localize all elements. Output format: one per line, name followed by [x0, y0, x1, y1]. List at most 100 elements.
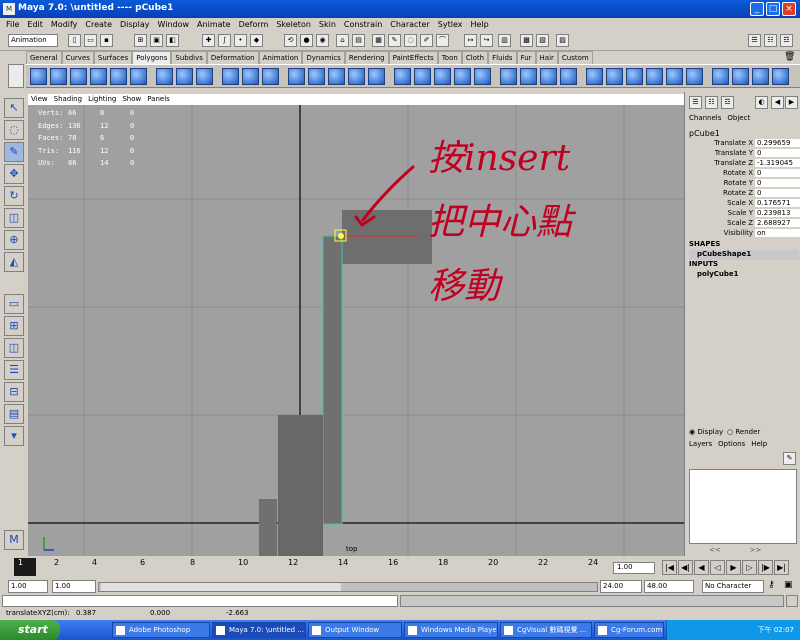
- poly-extract-icon[interactable]: [474, 68, 491, 85]
- step-back-key-icon[interactable]: ◀|: [678, 560, 693, 575]
- snap-grid-icon[interactable]: ✚: [202, 34, 215, 47]
- dope-sheet-icon[interactable]: ▧: [536, 34, 549, 47]
- history-icon[interactable]: ⟲: [284, 34, 297, 47]
- key-icon[interactable]: ⚷: [768, 580, 775, 590]
- task-output-window[interactable]: Output Window: [308, 622, 402, 638]
- shelf-tab-fur[interactable]: Fur: [516, 51, 536, 64]
- hypershade-icon[interactable]: ◌: [404, 34, 417, 47]
- select-hierarchy-icon[interactable]: ⊞: [134, 34, 147, 47]
- soft-mod-tool-icon[interactable]: ◭: [4, 252, 24, 272]
- shelf-tab-polygons[interactable]: Polygons: [132, 51, 172, 64]
- render-layer-radio[interactable]: ○ Render: [727, 428, 760, 436]
- go-to-end-icon[interactable]: ▶|: [774, 560, 789, 575]
- panel-menu-panels[interactable]: Panels: [144, 94, 173, 105]
- scroll-arrows[interactable]: << >>: [709, 546, 761, 554]
- attr-translate-x[interactable]: Translate X 0.299659: [685, 139, 800, 149]
- attr-translate-y[interactable]: Translate Y0: [685, 149, 800, 159]
- menu-create[interactable]: Create: [81, 18, 116, 31]
- snap-surface-icon[interactable]: ◆: [250, 34, 263, 47]
- layer-list[interactable]: [689, 469, 797, 544]
- range-bar[interactable]: [98, 582, 598, 592]
- display-layer-radio[interactable]: ◉ Display: [689, 428, 723, 436]
- poly-wedge-icon[interactable]: [414, 68, 431, 85]
- attr-scale-z[interactable]: Scale Z 2.688927: [685, 219, 800, 229]
- poly-cylinder-icon[interactable]: [70, 68, 87, 85]
- shelf-tab-fluids[interactable]: Fluids: [488, 51, 517, 64]
- poly-plane-icon[interactable]: [110, 68, 127, 85]
- shelf-tab-painteffects[interactable]: PaintEffects: [388, 51, 438, 64]
- menu-sytlex[interactable]: Sytlex: [434, 18, 467, 31]
- new-layer-icon[interactable]: ✎: [783, 452, 796, 465]
- menu-constrain[interactable]: Constrain: [340, 18, 386, 31]
- poly-select-icon[interactable]: [732, 68, 749, 85]
- next-icon[interactable]: ▶: [785, 96, 798, 109]
- shelf-options-icon[interactable]: [8, 64, 24, 88]
- poly-delete-edge-icon[interactable]: [520, 68, 537, 85]
- script-editor-icon[interactable]: [786, 595, 798, 607]
- menu-display[interactable]: Display: [116, 18, 154, 31]
- playback-start-field[interactable]: 1.00: [52, 580, 96, 593]
- poly-triangulate-icon[interactable]: [540, 68, 557, 85]
- uv-planar-icon[interactable]: [606, 68, 623, 85]
- paint-icon[interactable]: ✐: [420, 34, 433, 47]
- rotate-tool-icon[interactable]: ↻: [4, 186, 24, 206]
- attr-rotate-y[interactable]: Rotate Y0: [685, 179, 800, 189]
- poly-torus-icon[interactable]: [130, 68, 147, 85]
- poly-subdivide-icon[interactable]: [394, 68, 411, 85]
- poly-separate-icon[interactable]: [176, 68, 193, 85]
- color-wheel-icon[interactable]: ◐: [755, 96, 768, 109]
- task-media-player[interactable]: Windows Media Player: [404, 622, 498, 638]
- go-to-start-icon[interactable]: |◀: [662, 560, 677, 575]
- poly-mirror-icon[interactable]: [262, 68, 279, 85]
- attr-scale-y[interactable]: Scale Y 0.239813: [685, 209, 800, 219]
- poly-chip-icon[interactable]: [434, 68, 451, 85]
- current-frame-field[interactable]: 1.00: [613, 562, 655, 574]
- shelf-tab-toon[interactable]: Toon: [437, 51, 462, 64]
- poly-split-icon[interactable]: [348, 68, 365, 85]
- shelf-tab-surfaces[interactable]: Surfaces: [93, 51, 133, 64]
- poly-duplicate-face-icon[interactable]: [454, 68, 471, 85]
- menu-animate[interactable]: Animate: [193, 18, 235, 31]
- shelf-tab-rendering[interactable]: Rendering: [344, 51, 389, 64]
- poly-quadrangulate-icon[interactable]: [560, 68, 577, 85]
- menu-set-selector[interactable]: Animation: [8, 34, 58, 47]
- uv-automatic-icon[interactable]: [686, 68, 703, 85]
- object-menu[interactable]: Object: [727, 114, 750, 122]
- poly-collapse-icon[interactable]: [500, 68, 517, 85]
- step-forward-icon[interactable]: ▷: [742, 560, 757, 575]
- attr-rotate-x[interactable]: Rotate X0: [685, 169, 800, 179]
- start-button[interactable]: start: [0, 620, 60, 640]
- layer-help-menu[interactable]: Help: [751, 440, 767, 448]
- outliner-icon[interactable]: ▥: [498, 34, 511, 47]
- four-view-icon[interactable]: ⊞: [4, 316, 24, 336]
- task-cgforum[interactable]: Cg-Forum.com : 觀...: [594, 622, 664, 638]
- shelf-tab-hair[interactable]: Hair: [535, 51, 558, 64]
- shelf-tab-animation[interactable]: Animation: [258, 51, 303, 64]
- layout-options-icon[interactable]: ▾: [4, 426, 24, 446]
- shelf-tab-cloth[interactable]: Cloth: [461, 51, 489, 64]
- uv-cylindrical-icon[interactable]: [646, 68, 663, 85]
- poly-normals-icon[interactable]: [712, 68, 729, 85]
- show-tool-settings-icon[interactable]: ☲: [780, 34, 793, 47]
- maya-app-icon[interactable]: M: [3, 3, 15, 15]
- show-channels-icon[interactable]: ☰: [748, 34, 761, 47]
- menu-skeleton[interactable]: Skeleton: [272, 18, 315, 31]
- shelf-tab-deformation[interactable]: Deformation: [206, 51, 259, 64]
- uv-spherical-icon[interactable]: [666, 68, 683, 85]
- shelf-tab-subdivs[interactable]: Subdivs: [171, 51, 207, 64]
- menu-file[interactable]: File: [2, 18, 23, 31]
- poly-merge-icon[interactable]: [368, 68, 385, 85]
- shelf-tab-general[interactable]: General: [26, 51, 62, 64]
- panel-menu-shading[interactable]: Shading: [51, 94, 85, 105]
- menu-window[interactable]: Window: [154, 18, 194, 31]
- minimize-button[interactable]: _: [750, 2, 764, 16]
- poly-crease-icon[interactable]: [772, 68, 789, 85]
- top-viewport[interactable]: Verts: 66 8 0 Edges: 136 12 0 Faces: 78 6 0 Tris:…: [28, 105, 684, 556]
- attr-visibility[interactable]: Visibility on: [685, 229, 800, 239]
- attr-scale-x[interactable]: Scale X 0.176571: [685, 199, 800, 209]
- uv-checker-icon[interactable]: [626, 68, 643, 85]
- channel-box-icon[interactable]: ☰: [689, 96, 702, 109]
- range-handle[interactable]: [101, 583, 341, 591]
- render-globals-icon[interactable]: ✎: [388, 34, 401, 47]
- select-object-icon[interactable]: ▣: [150, 34, 163, 47]
